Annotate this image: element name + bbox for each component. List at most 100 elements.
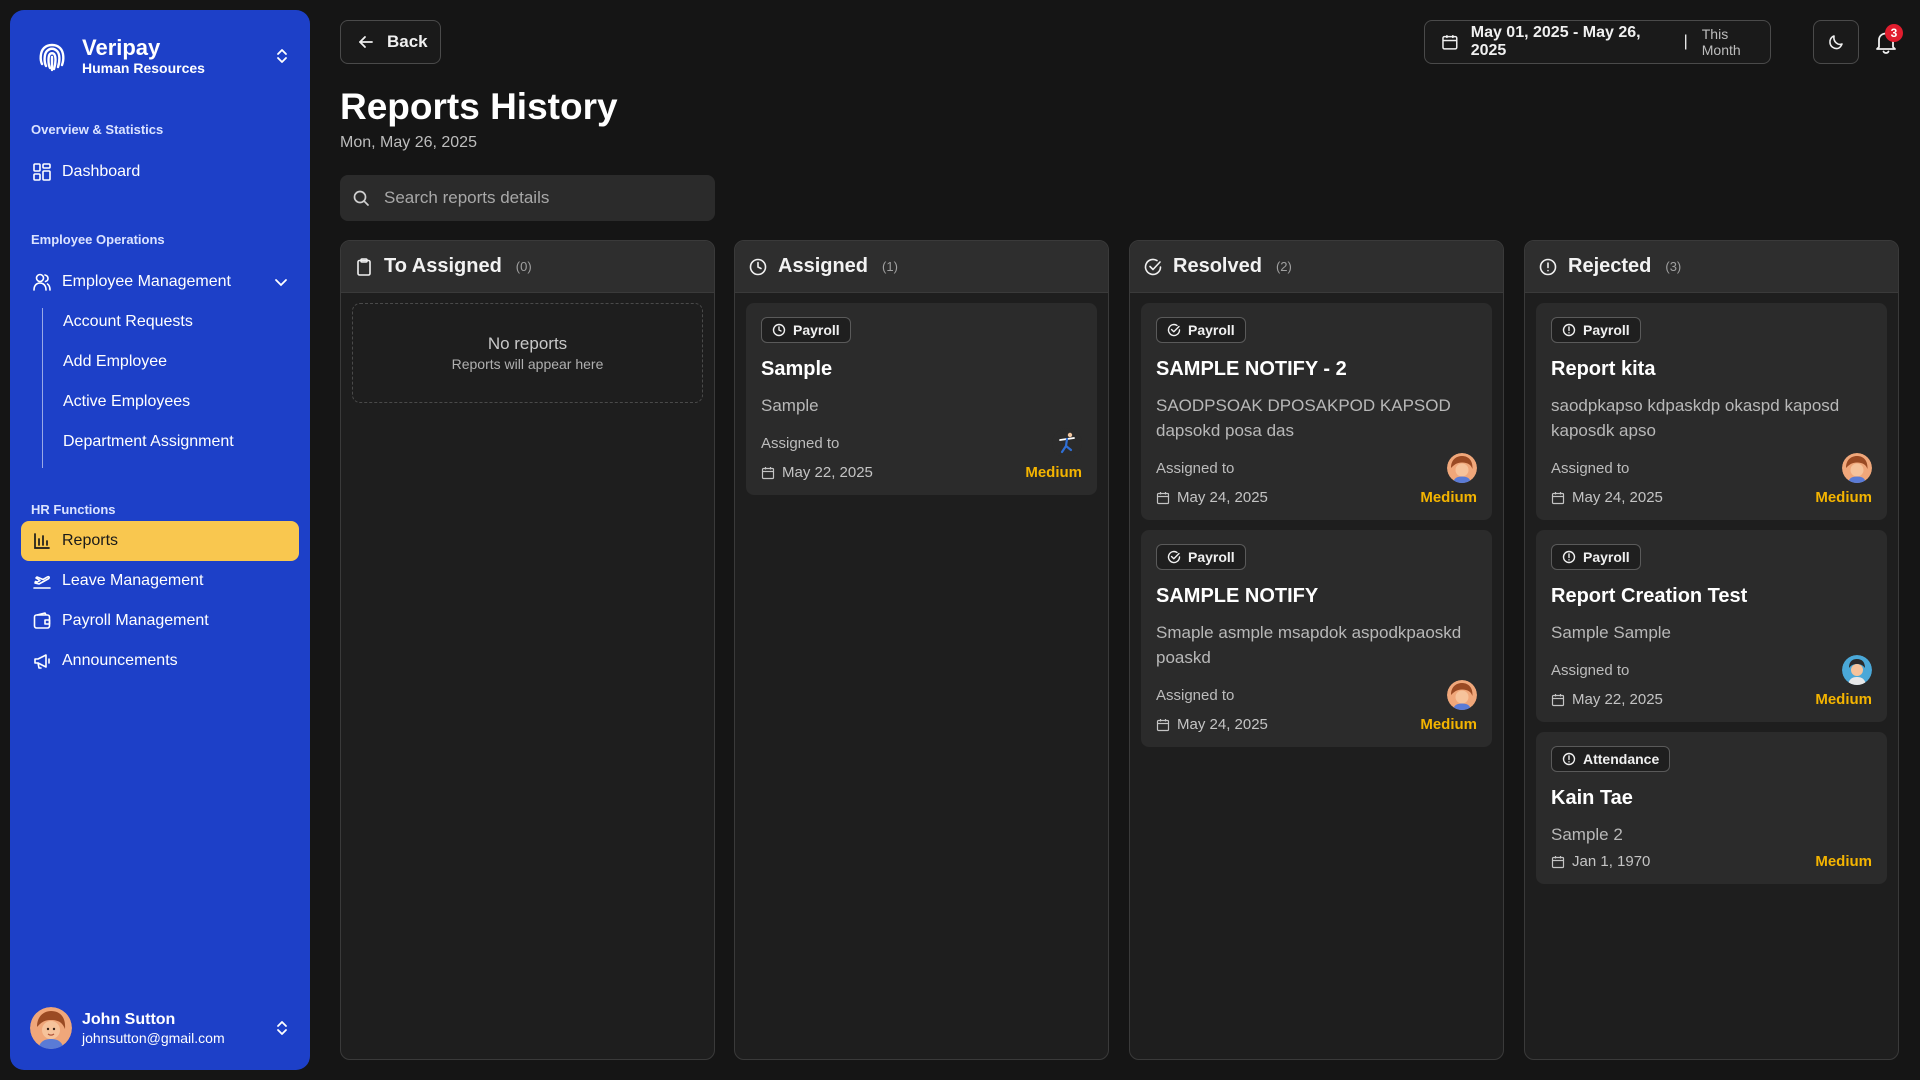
- megaphone-icon: [34, 654, 50, 669]
- avatar: [30, 1007, 72, 1049]
- back-button[interactable]: Back: [340, 20, 441, 64]
- nav-announcements[interactable]: Announcements: [21, 641, 299, 681]
- nav-employee-management[interactable]: Employee Management: [21, 262, 299, 302]
- sub-item-department-assignment[interactable]: Department Assignment: [63, 427, 234, 457]
- assigned-to-label: Assigned to: [761, 434, 840, 452]
- report-date-value: Jan 1, 1970: [1572, 853, 1651, 870]
- page-title: Reports History: [340, 86, 618, 127]
- category-tag: Payroll: [1551, 544, 1641, 570]
- report-title: Kain Tae: [1551, 787, 1633, 809]
- dashboard-icon: [33, 163, 51, 181]
- column-title: Rejected: [1568, 255, 1652, 277]
- sidebar: Veripay Human Resources Overview & Stati…: [10, 10, 310, 1070]
- search-input[interactable]: [384, 188, 715, 208]
- clock-icon: [772, 323, 786, 337]
- brand-subtitle: Human Resources: [82, 60, 205, 76]
- report-date-value: May 24, 2025: [1572, 489, 1663, 506]
- report-date: May 22, 2025: [1551, 691, 1663, 708]
- calendar-icon: [761, 466, 775, 479]
- report-description: Sample 2: [1551, 825, 1623, 844]
- submenu-guide-line: [42, 308, 43, 468]
- category-tag: Payroll: [1156, 317, 1246, 343]
- report-title: Report kita: [1551, 358, 1656, 380]
- chevrons-up-down-icon[interactable]: [272, 46, 292, 66]
- nav-dashboard[interactable]: Dashboard: [21, 152, 299, 192]
- search-icon: [353, 190, 369, 206]
- tag-label: Attendance: [1583, 751, 1660, 767]
- sub-item-account-requests[interactable]: Account Requests: [63, 307, 193, 337]
- column-header: To Assigned (0): [341, 241, 714, 293]
- priority-label: Medium: [1815, 691, 1872, 708]
- report-card[interactable]: Payroll Report kita saodpkapso kdpaskdp …: [1536, 303, 1887, 520]
- report-card[interactable]: Attendance Kain Tae Sample 2 Jan 1, 1970…: [1536, 732, 1887, 884]
- column-title: Resolved: [1173, 255, 1262, 277]
- calendar-icon: [1551, 491, 1565, 504]
- empty-subtitle: Reports will appear here: [451, 356, 604, 372]
- report-title: Sample: [761, 358, 833, 380]
- report-date: Jan 1, 1970: [1551, 853, 1650, 870]
- alert-circle-icon: [1562, 323, 1576, 337]
- chevrons-up-down-icon[interactable]: [272, 1018, 292, 1038]
- brand[interactable]: Veripay Human Resources: [34, 30, 292, 82]
- check-circle-icon: [1167, 323, 1181, 337]
- report-date: May 24, 2025: [1551, 489, 1663, 506]
- sub-item-add-employee[interactable]: Add Employee: [63, 347, 167, 377]
- theme-toggle-button[interactable]: [1813, 20, 1859, 64]
- alert-circle-icon: [1539, 258, 1557, 275]
- calendar-icon: [1551, 855, 1565, 868]
- report-card[interactable]: Payroll Report Creation Test Sample Samp…: [1536, 530, 1887, 722]
- avatar: [1447, 680, 1477, 710]
- chevron-down-icon: [275, 279, 287, 287]
- search-bar[interactable]: [340, 175, 715, 221]
- calendar-icon: [1551, 693, 1565, 706]
- report-card[interactable]: Payroll SAMPLE NOTIFY - 2 SAODPSOAK DPOS…: [1141, 303, 1492, 520]
- nav-leave-management[interactable]: Leave Management: [21, 561, 299, 601]
- report-card[interactable]: Payroll SAMPLE NOTIFY Smaple asmple msap…: [1141, 530, 1492, 747]
- nav-announcements-label: Announcements: [62, 652, 178, 669]
- column-rejected: Rejected (3) Payroll Report kita saodpka…: [1524, 240, 1899, 1060]
- sub-item-active-employees[interactable]: Active Employees: [63, 387, 190, 417]
- date-range-separator: |: [1683, 33, 1688, 50]
- report-date: May 22, 2025: [761, 464, 873, 481]
- column-resolved: Resolved (2) Payroll SAMPLE NOTIFY - 2 S…: [1129, 240, 1504, 1060]
- clock-icon: [749, 258, 767, 275]
- nav-reports[interactable]: Reports: [21, 521, 299, 561]
- avatar: [1842, 655, 1872, 685]
- report-date: May 24, 2025: [1156, 489, 1268, 506]
- tag-label: Payroll: [793, 322, 840, 338]
- avatar: [1052, 428, 1082, 458]
- nav-payroll-management[interactable]: Payroll Management: [21, 601, 299, 641]
- plane-departure-icon: [33, 575, 51, 589]
- report-description: Sample: [761, 396, 819, 415]
- report-description: Sample Sample: [1551, 623, 1672, 642]
- report-card[interactable]: Payroll Sample Sample Assigned to May 22…: [746, 303, 1097, 495]
- priority-label: Medium: [1815, 489, 1872, 506]
- priority-label: Medium: [1420, 489, 1477, 506]
- moon-icon: [1829, 35, 1843, 50]
- tag-label: Payroll: [1583, 322, 1630, 338]
- clipboard-icon: [357, 257, 371, 276]
- back-button-label: Back: [387, 32, 428, 51]
- user-profile[interactable]: John Sutton johnsutton@gmail.com: [30, 1004, 292, 1052]
- category-tag: Payroll: [1156, 544, 1246, 570]
- calendar-icon: [1156, 491, 1170, 504]
- report-title: SAMPLE NOTIFY - 2: [1156, 358, 1347, 380]
- column-title: Assigned: [778, 255, 869, 277]
- report-date: May 24, 2025: [1156, 716, 1268, 733]
- user-email: johnsutton@gmail.com: [82, 1029, 225, 1046]
- report-title: Report Creation Test: [1551, 585, 1748, 607]
- column-to-assigned: To Assigned (0) No reports Reports will …: [340, 240, 715, 1060]
- nav-dashboard-label: Dashboard: [62, 163, 141, 180]
- nav-payroll-management-label: Payroll Management: [62, 612, 209, 629]
- column-count: (2): [1275, 259, 1292, 274]
- assigned-to-label: Assigned to: [1156, 459, 1235, 477]
- column-header: Resolved (2): [1130, 241, 1503, 293]
- priority-label: Medium: [1025, 464, 1082, 481]
- date-range-picker[interactable]: May 01, 2025 - May 26, 2025 | This Month: [1424, 20, 1771, 64]
- nav-leave-management-label: Leave Management: [62, 572, 204, 589]
- user-name: John Sutton: [82, 1010, 176, 1028]
- calendar-icon: [1156, 718, 1170, 731]
- section-employee-operations: Employee Operations: [31, 232, 165, 247]
- check-circle-icon: [1144, 258, 1162, 275]
- assigned-to-label: Assigned to: [1551, 661, 1630, 679]
